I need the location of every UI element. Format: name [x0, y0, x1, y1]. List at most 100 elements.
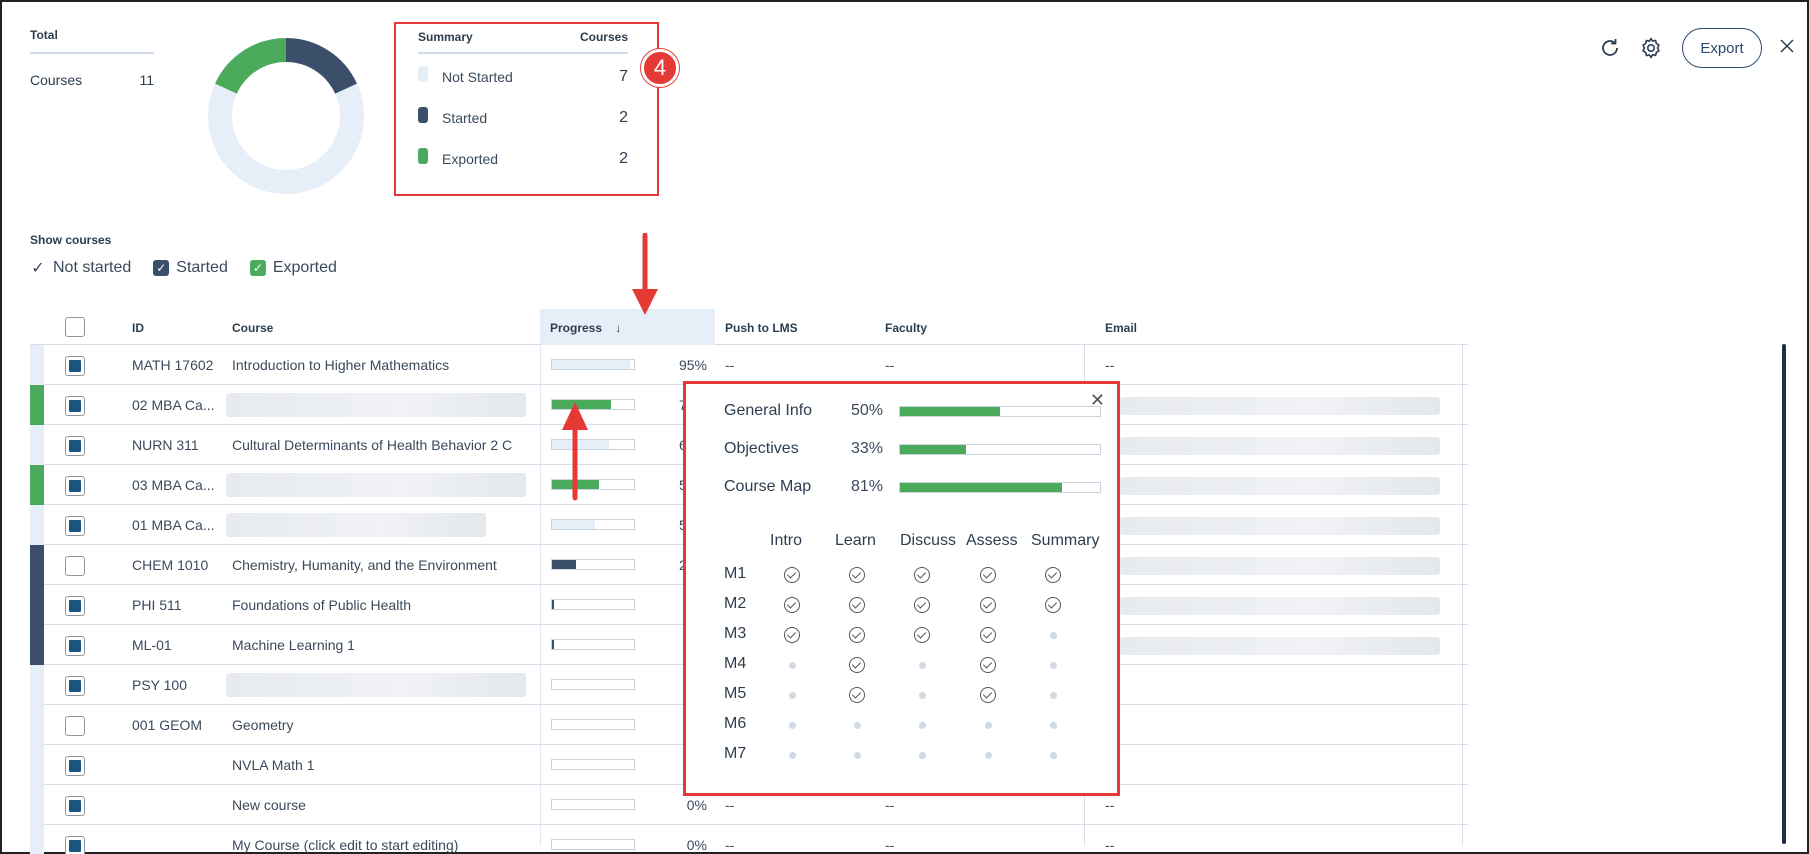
row-checkbox[interactable] — [65, 836, 85, 854]
table-row[interactable]: My Course (click edit to start editing) 0… — [30, 825, 1468, 854]
row-checkbox[interactable] — [65, 756, 85, 776]
cell-email: -- — [1105, 837, 1115, 853]
status-donut-chart — [208, 38, 364, 194]
section-progress-fill — [900, 482, 1062, 492]
cell-course[interactable]: Cultural Determinants of Health Behavior… — [232, 425, 532, 465]
module-column-header: Assess — [966, 532, 1018, 549]
row-checkbox[interactable] — [65, 396, 85, 416]
incomplete-dot-icon — [854, 752, 861, 759]
row-checkbox[interactable] — [65, 636, 85, 656]
cell-id: CHEM 1010 — [132, 557, 209, 573]
row-checkbox[interactable] — [65, 516, 85, 536]
redacted-email — [1120, 397, 1440, 415]
row-checkbox[interactable] — [65, 596, 85, 616]
started-swatch — [418, 106, 428, 123]
settings-gear-icon[interactable] — [1638, 35, 1664, 61]
summary-value: 2 — [619, 108, 628, 126]
complete-check-icon — [784, 567, 800, 583]
cell-course[interactable]: My Course (click edit to start editing) — [232, 825, 532, 854]
cell-course[interactable]: Foundations of Public Health — [232, 585, 532, 625]
redacted-email — [1120, 637, 1440, 655]
checked-checkbox-icon: ✓ — [249, 260, 266, 276]
status-strip — [30, 705, 44, 745]
incomplete-dot-icon — [1050, 722, 1057, 729]
exported-swatch — [418, 147, 428, 164]
cell-course[interactable]: New course — [232, 785, 532, 825]
row-checkbox[interactable] — [65, 796, 85, 816]
cell-id: PHI 511 — [132, 597, 182, 613]
summary-row-not-started: Not Started 7 — [418, 56, 628, 97]
cell-faculty: -- — [885, 837, 895, 853]
export-button[interactable]: Export — [1682, 28, 1762, 68]
cell-id: 01 MBA Ca... — [132, 517, 215, 533]
section-progress-row: Objectives 33% — [724, 440, 1101, 458]
module-column-header: Summary — [1031, 532, 1100, 549]
status-strip — [30, 665, 44, 705]
progress-bar — [551, 519, 635, 530]
section-label: Objectives — [724, 440, 799, 457]
filter-not-started[interactable]: ✓ Not started — [30, 259, 131, 277]
incomplete-dot-icon — [1050, 752, 1057, 759]
progress-bar — [551, 639, 635, 650]
status-strip — [30, 345, 44, 385]
progress-detail-popup: ✕ General Info 50% Objectives 33% Course… — [683, 381, 1120, 796]
total-summary: Total Courses 11 — [30, 28, 154, 88]
cell-course[interactable]: NVLA Math 1 — [232, 745, 532, 785]
incomplete-dot-icon — [919, 662, 926, 669]
filter-exported[interactable]: ✓ Exported — [249, 259, 337, 277]
header-email[interactable]: Email — [1105, 309, 1137, 345]
summary-value: 7 — [619, 67, 628, 85]
cell-push-to-lms: -- — [725, 837, 735, 853]
progress-fill — [552, 640, 554, 649]
close-icon[interactable] — [1774, 33, 1800, 59]
header-course[interactable]: Course — [232, 309, 273, 345]
row-checkbox[interactable] — [65, 716, 85, 736]
cell-id — [132, 785, 227, 825]
module-column-header: Discuss — [900, 532, 957, 549]
section-percent: 81% — [850, 478, 883, 495]
cell-course[interactable]: Geometry — [232, 705, 532, 745]
cell-course[interactable]: Introduction to Higher Mathematics — [232, 345, 532, 385]
header-progress[interactable]: Progress ↓ — [540, 309, 715, 345]
summary-legend: Summary Courses Not Started 7 Started 2 … — [418, 30, 628, 179]
module-column-header: Learn — [835, 532, 876, 549]
row-checkbox[interactable] — [65, 676, 85, 696]
row-checkbox[interactable] — [65, 476, 85, 496]
summary-value: 2 — [619, 149, 628, 167]
progress-bar — [551, 799, 635, 810]
header-faculty[interactable]: Faculty — [885, 309, 927, 345]
header-push-to-lms[interactable]: Push to LMS — [725, 309, 798, 345]
incomplete-dot-icon — [789, 752, 796, 759]
section-progress-bar — [899, 481, 1101, 493]
complete-check-icon — [849, 567, 865, 583]
vertical-scrollbar[interactable] — [1782, 344, 1786, 844]
module-label: M7 — [724, 745, 747, 762]
refresh-icon[interactable] — [1597, 35, 1623, 61]
section-percent: 50% — [850, 402, 883, 419]
table-row[interactable]: MATH 17602 Introduction to Higher Mathema… — [30, 345, 1468, 385]
select-all-checkbox[interactable] — [65, 317, 85, 337]
cell-id — [132, 825, 227, 854]
row-checkbox[interactable] — [65, 436, 85, 456]
annotation-arrow-up — [562, 402, 588, 501]
progress-percent: 0% — [686, 837, 707, 853]
module-label: M3 — [724, 625, 747, 642]
check-icon: ✓ — [31, 260, 45, 277]
redacted-course — [226, 393, 526, 417]
row-checkbox[interactable] — [65, 556, 85, 576]
complete-check-icon — [980, 687, 996, 703]
progress-bar — [551, 719, 635, 730]
header-id[interactable]: ID — [132, 309, 144, 345]
cell-course[interactable]: Chemistry, Humanity, and the Environment — [232, 545, 532, 585]
row-checkbox[interactable] — [65, 356, 85, 376]
column-divider — [540, 345, 541, 845]
section-progress-bar — [899, 405, 1101, 417]
status-strip — [30, 545, 44, 585]
cell-push-to-lms: -- — [725, 357, 735, 373]
complete-check-icon — [849, 687, 865, 703]
cell-course[interactable]: Machine Learning 1 — [232, 625, 532, 665]
filter-started[interactable]: ✓ Started — [153, 259, 228, 277]
status-strip — [30, 505, 44, 545]
incomplete-dot-icon — [854, 722, 861, 729]
cell-id — [132, 745, 227, 785]
